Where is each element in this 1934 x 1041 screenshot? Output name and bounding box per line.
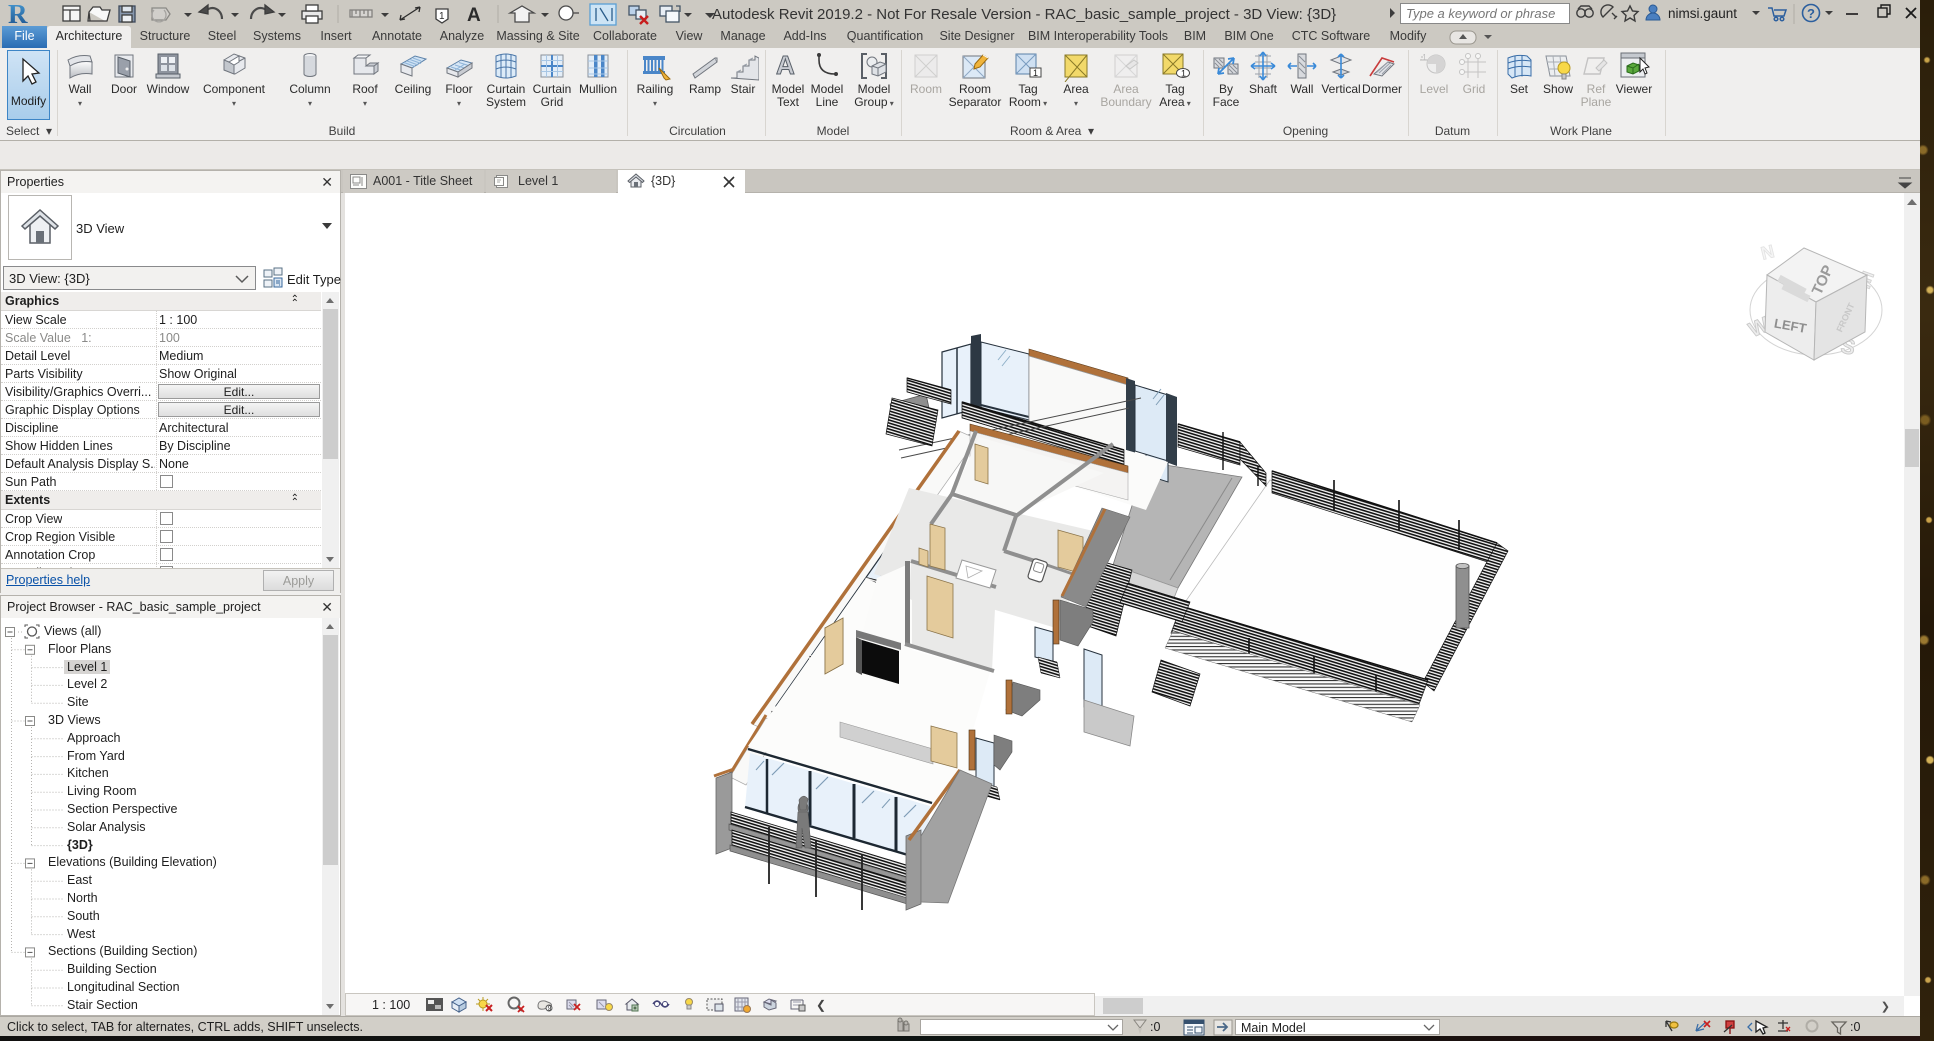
svg-text:nimsi.gaunt: nimsi.gaunt [1668, 6, 1737, 21]
svg-text:N: N [1759, 241, 1776, 264]
svg-text:1: 1 [1033, 68, 1038, 78]
svg-text:❮: ❮ [816, 998, 826, 1012]
svg-text:1: 1 [439, 11, 445, 22]
svg-text:1: 1 [1181, 69, 1186, 79]
svg-text:?: ? [1807, 6, 1815, 21]
svg-text:A: A [467, 5, 481, 26]
svg-text:.1: .1 [1420, 53, 1427, 62]
svg-text:A: A [776, 50, 795, 80]
svg-text:R: R [8, 0, 28, 28]
svg-text::0: :0 [1850, 1020, 1860, 1034]
svg-text:9: 9 [548, 1006, 552, 1013]
